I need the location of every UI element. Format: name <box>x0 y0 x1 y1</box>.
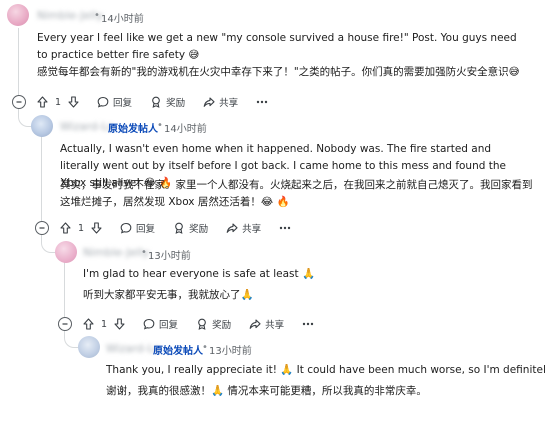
vote-count: 1 <box>55 96 62 108</box>
share-label: 共享 <box>265 320 285 331</box>
avatar[interactable] <box>78 336 100 358</box>
award-button[interactable]: 奖励 <box>196 317 231 331</box>
vote-group: 1 <box>83 318 125 330</box>
more-options-button[interactable] <box>302 322 318 326</box>
separator-dot: • <box>202 342 208 353</box>
more-icon <box>302 322 314 326</box>
vote-count: 1 <box>78 222 85 234</box>
reply-label: 回复 <box>159 320 179 331</box>
award-icon <box>198 318 206 330</box>
thread-line[interactable] <box>41 134 42 222</box>
share-icon <box>226 223 238 233</box>
award-button[interactable]: 奖励 <box>173 221 208 235</box>
upvote-icon[interactable] <box>37 96 48 108</box>
vote-count: 1 <box>101 318 108 330</box>
vote-group: 1 <box>37 96 79 108</box>
comment-text-zh: 其实，事发时我不在家。家里一个人都没有。火烧起来之后，在我回来之前就自己熄灭了。… <box>60 179 533 208</box>
downvote-icon[interactable] <box>91 222 102 234</box>
reply-label: 回复 <box>136 224 156 235</box>
downvote-icon[interactable] <box>114 318 125 330</box>
reply-icon <box>97 96 109 108</box>
award-icon <box>175 222 183 234</box>
share-button[interactable]: 共享 <box>226 221 261 235</box>
avatar[interactable] <box>31 115 53 137</box>
reply-button[interactable]: 回复 <box>120 221 155 235</box>
award-label: 奖励 <box>212 320 232 331</box>
reply-label: 回复 <box>113 98 133 109</box>
share-button[interactable]: 共享 <box>203 95 238 109</box>
more-options-button[interactable] <box>256 100 272 104</box>
comment-text-zh: 谢谢，我真的很感激！🙏 情况本来可能更糟，所以我真的非常庆幸。 <box>106 385 427 397</box>
comment-actions: 1 回复 奖励 共享 <box>83 317 336 331</box>
username[interactable]: Nimble-Jelly <box>83 246 149 259</box>
share-label: 共享 <box>219 98 239 109</box>
op-badge: 原始发帖人 <box>108 124 158 135</box>
collapse-icon <box>16 101 22 103</box>
op-badge: 原始发帖人 <box>153 346 203 357</box>
reply-button[interactable]: 回复 <box>143 317 178 331</box>
username[interactable]: Wizard-Lo <box>60 120 114 133</box>
award-label: 奖励 <box>189 224 209 235</box>
comment-text-en: I'm glad to hear everyone is safe at lea… <box>83 268 316 280</box>
more-options-button[interactable] <box>279 226 295 230</box>
reply-icon <box>120 222 132 234</box>
award-icon <box>152 96 160 108</box>
upvote-icon[interactable] <box>83 318 94 330</box>
more-icon <box>279 226 291 230</box>
share-icon <box>203 97 215 107</box>
separator-dot: • <box>94 10 100 21</box>
collapse-button[interactable] <box>12 95 26 109</box>
award-label: 奖励 <box>166 98 186 109</box>
thread-line[interactable] <box>18 28 19 92</box>
downvote-icon[interactable] <box>68 96 79 108</box>
thread-line[interactable] <box>64 262 65 319</box>
more-icon <box>256 100 268 104</box>
share-icon <box>249 319 261 329</box>
reply-icon <box>143 318 155 330</box>
avatar[interactable] <box>7 4 29 26</box>
collapse-button[interactable] <box>35 221 49 235</box>
avatar[interactable] <box>55 241 77 263</box>
collapse-icon <box>62 323 68 325</box>
timestamp[interactable]: 14小时前 <box>101 10 144 25</box>
timestamp[interactable]: 13小时前 <box>209 342 252 357</box>
share-button[interactable]: 共享 <box>249 317 284 331</box>
award-button[interactable]: 奖励 <box>150 95 185 109</box>
separator-dot: • <box>141 247 147 258</box>
collapse-icon <box>39 227 45 229</box>
share-label: 共享 <box>242 224 262 235</box>
separator-dot: • <box>157 120 163 131</box>
collapse-button[interactable] <box>58 317 72 331</box>
comment-text-zh: 感觉每年都会有新的"我的游戏机在火灾中幸存下来了！"之类的帖子。你们真的需要加强… <box>37 66 520 78</box>
upvote-icon[interactable] <box>60 222 71 234</box>
comment-text-zh: 听到大家都平安无事，我就放心了🙏 <box>83 289 254 301</box>
comment-actions: 1 回复 奖励 共享 <box>60 221 313 235</box>
reply-button[interactable]: 回复 <box>97 95 132 109</box>
timestamp[interactable]: 14小时前 <box>164 120 207 135</box>
comment-text-en: Every year I feel like we get a new "my … <box>37 32 517 61</box>
timestamp[interactable]: 13小时前 <box>148 247 191 262</box>
comment-text-en: Thank you, I really appreciate it! 🙏 It … <box>106 364 546 376</box>
comment-actions: 1 回复 奖励 共享 <box>37 95 290 109</box>
vote-group: 1 <box>60 222 102 234</box>
